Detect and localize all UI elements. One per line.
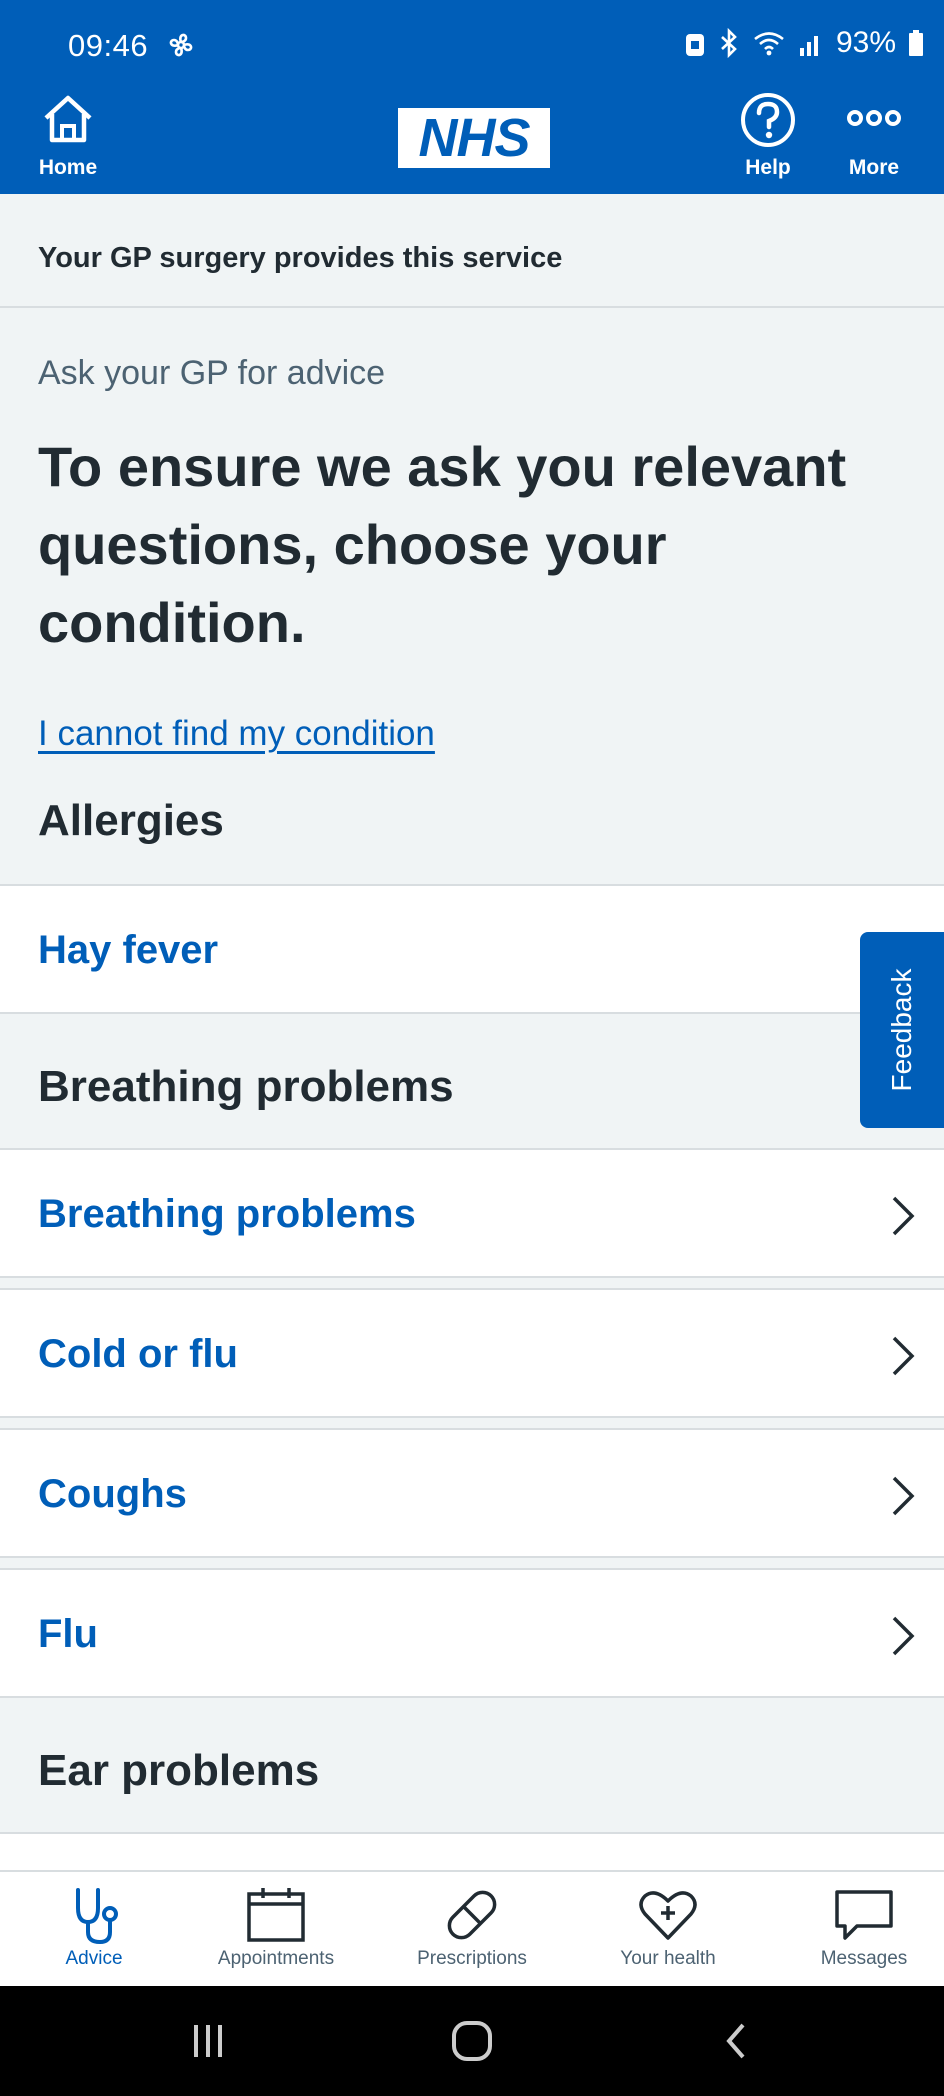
help-button[interactable]: Help [728,90,808,194]
fan-icon [166,30,196,67]
condition-row-flu[interactable]: Flu [0,1568,944,1698]
alarm-lock-icon [685,34,704,56]
message-icon [835,1890,893,1940]
chevron-right-icon [892,1616,915,1656]
tab-label: Messages [820,1948,908,1969]
calendar-icon [247,1888,305,1942]
recent-apps-button[interactable] [148,1986,268,2096]
tab-label: Advice [65,1948,123,1969]
condition-label: Coughs [38,1472,187,1516]
cannot-find-condition-link[interactable]: I cannot find my condition [38,714,435,754]
chevron-right-icon [892,1196,915,1236]
tab-messages[interactable]: Messages [770,1872,944,1988]
help-label: Help [745,156,791,179]
tab-label: Prescriptions [417,1948,527,1969]
condition-label: Hay fever [38,928,219,972]
feedback-label: Feedback [886,968,917,1092]
help-icon [741,93,795,147]
more-label: More [848,156,900,179]
back-icon [726,2023,745,2059]
battery-icon [909,30,923,56]
section-title-breathing-problems: Breathing problems [38,1062,454,1111]
bluetooth-icon [721,28,737,58]
provider-banner: Your GP surgery provides this service [0,194,944,308]
heart-plus-icon [639,1891,697,1940]
nhs-logo-text: NHS [418,108,530,168]
status-time: 09:46 [68,28,149,63]
provider-banner-text: Your GP surgery provides this service [38,242,563,274]
tab-advice[interactable]: Advice [0,1872,188,1988]
chevron-right-icon [892,1336,915,1376]
signal-icon [799,36,818,56]
home-nav-icon [452,2021,492,2061]
status-icons: 93% [684,26,924,60]
system-nav-bar [0,1986,944,2096]
home-button[interactable]: Home [30,90,106,194]
stethoscope-icon [76,1888,118,1945]
bottom-tab-bar: Advice Appointments Prescriptions Your h… [0,1870,944,1986]
section-title-allergies: Allergies [38,796,224,845]
tab-your-health[interactable]: Your health [574,1872,762,1988]
status-bar: 09:46 93% [0,0,944,90]
back-button[interactable] [676,1986,796,2096]
condition-row-hay-fever[interactable]: Hay fever [0,884,944,1014]
tab-label: Your health [620,1948,716,1969]
section-title-ear-problems: Ear problems [38,1746,320,1795]
chevron-right-icon [892,1476,915,1516]
home-icon [44,95,92,143]
condition-label: Breathing problems [38,1192,416,1236]
page-title: To ensure we ask you relevant questions,… [38,435,847,654]
condition-row-breathing-problems[interactable]: Breathing problems [0,1148,944,1278]
nhs-logo: NHS [398,108,550,168]
pill-icon [447,1890,497,1940]
condition-label: Cold or flu [38,1332,238,1376]
condition-row-coughs[interactable]: Coughs [0,1428,944,1558]
home-label: Home [38,156,98,179]
tab-prescriptions[interactable]: Prescriptions [378,1872,566,1988]
feedback-tab[interactable]: Feedback [860,932,944,1128]
more-dots-icon [847,110,901,126]
more-button[interactable]: More [836,90,912,194]
condition-label: Flu [38,1612,98,1656]
condition-row-cold-or-flu[interactable]: Cold or flu [0,1288,944,1418]
wifi-icon [754,32,784,56]
recent-apps-icon [194,2025,222,2057]
tab-appointments[interactable]: Appointments [182,1872,370,1988]
page-caption: Ask your GP for advice [38,354,386,392]
app-header: Home NHS Help More [0,90,944,194]
tab-label: Appointments [217,1948,335,1969]
battery-percent: 93% [835,26,896,59]
home-nav-button[interactable] [412,1986,532,2096]
